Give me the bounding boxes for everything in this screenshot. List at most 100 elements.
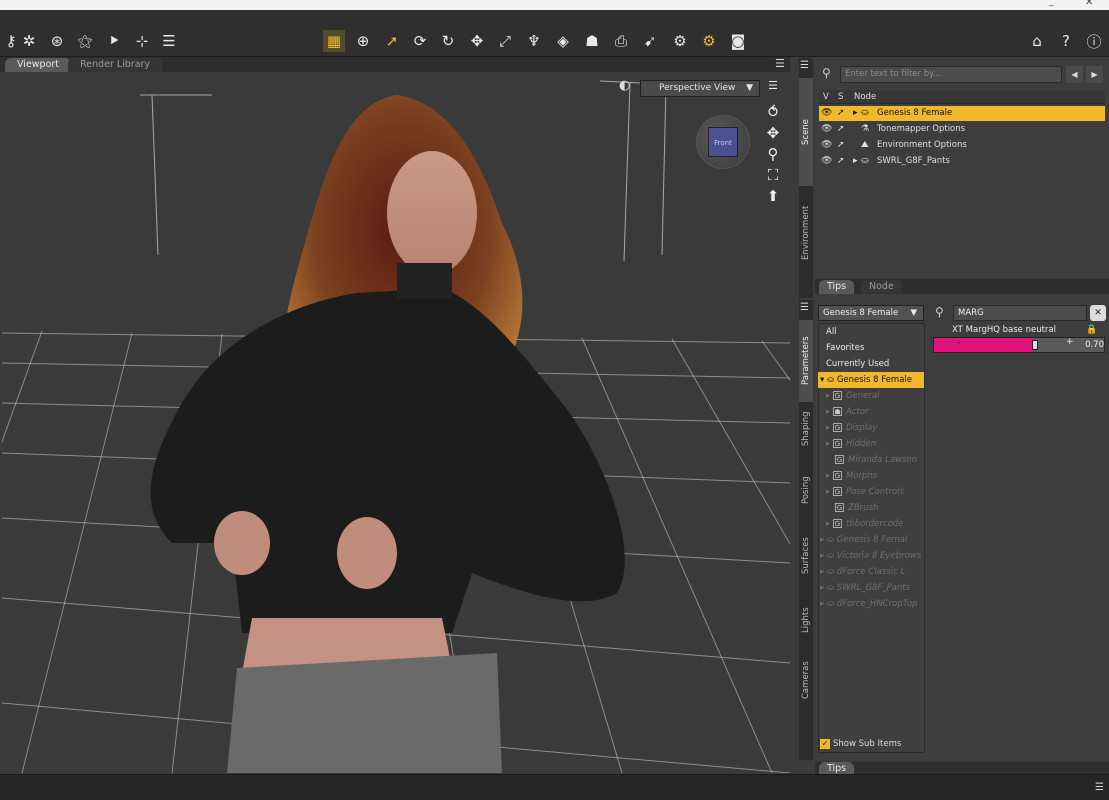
select-arrow-icon[interactable]: ➚ (837, 122, 845, 137)
tree-item-genesis-8-female[interactable]: ▾ ⛀ Genesis 8 Female (818, 372, 924, 388)
tab-scene[interactable]: Scene (799, 78, 813, 186)
tree-item-miranda-lawson[interactable]: G Miranda Lawson (818, 452, 924, 468)
tree-item-favorites[interactable]: Favorites (818, 340, 924, 356)
viewport-menu-icon[interactable]: ☰ (764, 79, 782, 92)
tree-item-genesis-8-femal[interactable]: ▸ ⛀ Genesis 8 Femal (818, 532, 924, 548)
tab-cameras[interactable]: Cameras (799, 650, 813, 710)
clear-search-icon[interactable]: ✕ (1090, 305, 1106, 321)
tree-item-hidden[interactable]: ▸ G Hidden (818, 436, 924, 452)
tree-item-general[interactable]: ▸ G General (818, 388, 924, 404)
tree-item-currently-used[interactable]: Currently Used (818, 356, 924, 372)
eye-icon[interactable]: 👁 (821, 138, 832, 153)
slider-decrement[interactable]: - (957, 338, 960, 348)
tool-region-nav-icon[interactable]: ⊹ (131, 30, 153, 52)
home-ds-icon[interactable]: ⌂ (1026, 30, 1048, 52)
tool-geometry-editor-icon[interactable]: ⯈ (103, 30, 125, 52)
panel-menu-icon[interactable]: ☰ (775, 57, 785, 70)
tool-render-icon[interactable]: ⎙ (610, 30, 632, 52)
reset-view-icon[interactable]: ⬆ (764, 187, 782, 205)
select-arrow-icon[interactable]: ➚ (837, 154, 845, 169)
scene-item[interactable]: 👁 ➚ ▸ ⛀ Genesis 8 Female (819, 106, 1105, 121)
tool-node-weight-icon[interactable]: ⊛ (46, 30, 68, 52)
minimize-icon[interactable]: _ (1049, 0, 1054, 7)
tool-spot-render-icon[interactable]: ✲ (18, 30, 40, 52)
expand-icon[interactable]: ▸ (853, 106, 858, 121)
tab-lights[interactable]: Lights (799, 592, 813, 648)
orbit-icon[interactable]: ⥀ (764, 103, 782, 121)
node-select-dropdown[interactable]: Genesis 8 Female ▼ (818, 305, 924, 321)
tab-posing[interactable]: Posing (799, 462, 813, 518)
col-node[interactable]: Node (854, 90, 876, 104)
tool-figure-icon[interactable]: ♆ (523, 30, 545, 52)
zoom-icon[interactable]: ⚲ (764, 145, 782, 163)
tool-node-selection-icon[interactable]: ➚ (381, 30, 403, 52)
tool-scale-icon[interactable]: ⤢ (494, 30, 516, 52)
tool-pointer-icon[interactable]: ➹ (639, 30, 661, 52)
show-sub-items[interactable]: ✓ Show Sub Items (818, 736, 924, 752)
tab-node[interactable]: Node (861, 280, 902, 294)
slider-increment[interactable]: + (1066, 337, 1074, 347)
tree-item-swrl-pants[interactable]: ▸ ⛀ SWRL_G8F_Pants (818, 580, 924, 596)
tab-surfaces[interactable]: Surfaces (799, 522, 813, 590)
tool-translate-icon[interactable]: ✥ (466, 30, 488, 52)
camera-icon[interactable]: ◙ (727, 30, 749, 52)
tool-surface-selection-icon[interactable]: ⚝ (74, 30, 96, 52)
checkbox-checked-icon[interactable]: ✓ (820, 739, 830, 749)
select-arrow-icon[interactable]: ➚ (837, 106, 845, 121)
tree-item-tbbordercode[interactable]: ▸ Gtbbordercode (818, 516, 924, 532)
tree-item-zbrush[interactable]: G ZBrush (818, 500, 924, 516)
view-mode-dropdown[interactable]: Perspective View ▼ (640, 80, 760, 97)
scene-filter-input[interactable]: Enter text to filter by... (840, 66, 1062, 83)
eye-icon[interactable]: 👁 (821, 122, 832, 137)
scene-item[interactable]: 👁 ➚ ⛰ Environment Options (819, 138, 1105, 153)
filter-prev-icon[interactable]: ◀ (1066, 66, 1083, 83)
tab-viewport[interactable]: Viewport (5, 58, 72, 72)
parameter-search-input[interactable]: MARG (953, 305, 1087, 321)
tab-parameters[interactable]: Parameters (799, 320, 813, 402)
tree-item-actor[interactable]: ▸ ☗ Actor (818, 404, 924, 420)
col-selectable[interactable]: S (838, 90, 843, 104)
tree-item-victoria-8-eyebrows[interactable]: ▸ ⛀ Victoria 8 Eyebrows (818, 548, 924, 564)
tool-rotate-icon[interactable]: ⟳ (409, 30, 431, 52)
tab-tips[interactable]: Tips (819, 280, 855, 294)
help-icon[interactable]: ⓘ (1083, 30, 1105, 52)
3d-viewport[interactable]: Perspective View ▼ ◐ ☰ ⥀ ✥ ⚲ ⛶ ⬆ Front (2, 73, 790, 773)
cube-front-face[interactable]: Front (708, 127, 738, 157)
slider-handle[interactable] (1032, 340, 1038, 350)
pan-icon[interactable]: ✥ (764, 124, 782, 142)
scene-item[interactable]: 👁 ➚ ⚗ Tonemapper Options (819, 122, 1105, 137)
expand-icon[interactable]: ▾ (820, 375, 824, 385)
status-menu-icon[interactable]: ☰ (1095, 782, 1104, 793)
lighting-mode-icon[interactable]: ◐ (619, 78, 630, 93)
expand-icon[interactable]: ▸ (853, 154, 858, 169)
frame-icon[interactable]: ⛶ (764, 166, 782, 184)
tool-active-pose-icon[interactable]: ◈ (552, 30, 574, 52)
col-visible[interactable]: V (823, 90, 829, 104)
tool-person-icon[interactable]: ☗ (581, 30, 603, 52)
filter-next-icon[interactable]: ▶ (1086, 66, 1103, 83)
tool-wrench-icon[interactable]: ⚙ (669, 30, 691, 52)
tree-item-all[interactable]: All (818, 324, 924, 340)
tree-item-morphs[interactable]: ▸ G Morphs (818, 468, 924, 484)
slider-value[interactable]: 0.70 (1078, 337, 1104, 353)
tool-render-settings-icon[interactable]: ⚙ (698, 30, 720, 52)
tree-item-dforce-croptop[interactable]: ▸ ⛀ dForce_HNCropTop (818, 596, 924, 612)
select-arrow-icon[interactable]: ➚ (837, 138, 845, 153)
tab-environment[interactable]: Environment (799, 188, 813, 278)
tree-item-display[interactable]: ▸ G Display (818, 420, 924, 436)
tab-shaping[interactable]: Shaping (799, 398, 813, 460)
tree-item-pose-controls[interactable]: ▸ G Pose Controls (818, 484, 924, 500)
parameters-menu-icon[interactable]: ☰ (800, 302, 809, 313)
eye-icon[interactable]: 👁 (821, 154, 832, 169)
scene-menu-icon[interactable]: ☰ (800, 60, 809, 71)
view-cube[interactable]: Front (696, 115, 750, 169)
tab-render-library[interactable]: Render Library (68, 58, 163, 72)
close-icon[interactable]: ✕ (1085, 0, 1093, 8)
eye-icon[interactable]: 👁 (821, 106, 832, 121)
tree-item-dforce-classic[interactable]: ▸ ⛀ dForce Classic L (818, 564, 924, 580)
scene-item[interactable]: 👁 ➚ ▸ ⛀ SWRL_G8F_Pants (819, 154, 1105, 169)
tool-twist-icon[interactable]: ↻ (437, 30, 459, 52)
help-pointer-icon[interactable]: ? (1055, 30, 1077, 52)
tool-grid-icon[interactable]: ▦ (323, 30, 345, 52)
tool-universal-icon[interactable]: ⊕ (352, 30, 374, 52)
